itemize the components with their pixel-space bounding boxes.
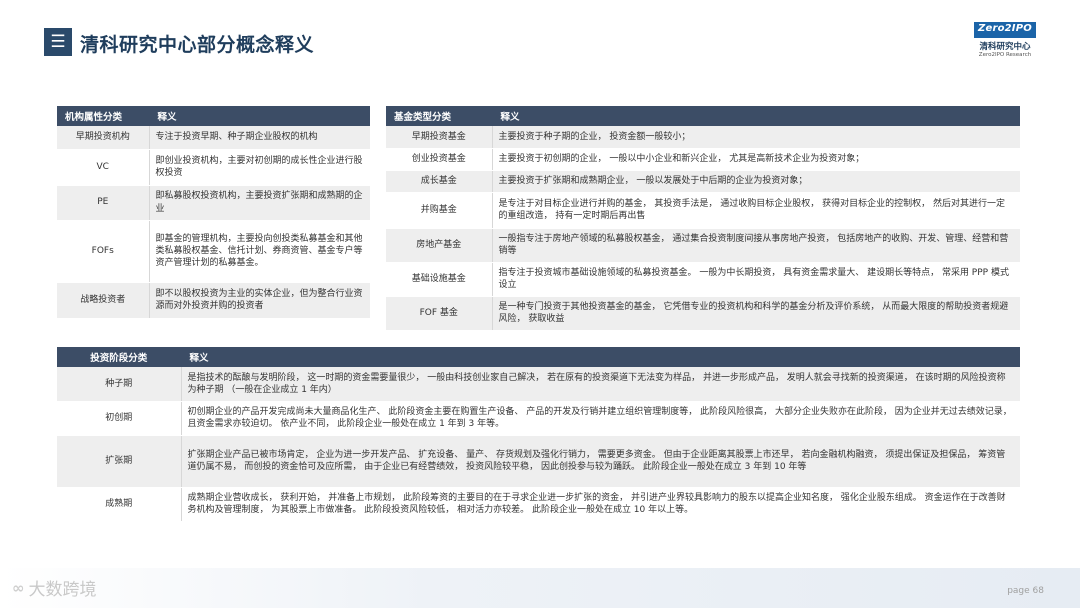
table-row: 成熟期 成熟期企业营收成长， 获利开始， 并准备上市规划， 此阶段筹资的主要目的… bbox=[57, 487, 1020, 522]
zero2ipo-logo: Zero2IPO 清科研究中心 Zero2IPO Research bbox=[974, 22, 1036, 58]
investment-stage-table: 投资阶段分类 释义 种子期 是指技术的酝酿与发明阶段， 这一时期的资金需要量很少… bbox=[57, 347, 1020, 522]
category-cell: 成熟期 bbox=[57, 487, 182, 522]
definition-cell: 主要投资于初创期的企业， 一般以中小企业和新兴企业， 尤其是高新技术企业为投资对… bbox=[492, 148, 1020, 171]
table-row: 创业投资基金 主要投资于初创期的企业， 一般以中小企业和新兴企业， 尤其是高新技… bbox=[386, 148, 1020, 171]
category-cell: 房地产基金 bbox=[386, 228, 493, 263]
institution-table: 机构属性分类 释义 早期投资机构 专注于投资早期、种子期企业股权的机构 VC 即… bbox=[57, 106, 370, 319]
definition-cell: 是指技术的酝酿与发明阶段， 这一时期的资金需要量很少， 一般由科技创业家自己解决… bbox=[181, 367, 1020, 402]
definition-cell: 主要投资于种子期的企业， 投资金额一般较小； bbox=[492, 126, 1020, 149]
table-row: 早期投资基金 主要投资于种子期的企业， 投资金额一般较小； bbox=[386, 126, 1020, 149]
definition-cell: 即基金的管理机构，主要投向创投类私募基金和其他类私募股权基金、信托计划、券商资管… bbox=[149, 220, 370, 283]
table-row: PE 即私募股权投资机构，主要投资扩张期和成熟期的企业 bbox=[57, 185, 370, 221]
table-header: 释义 bbox=[181, 347, 1020, 367]
watermark-logo-icon: ∞ bbox=[12, 578, 25, 597]
page-title: 清科研究中心部分概念释义 bbox=[80, 34, 315, 56]
definition-cell: 主要投资于扩张期和成熟期企业， 一般以发展处于中后期的企业为投资对象； bbox=[492, 170, 1020, 193]
table-row: 早期投资机构 专注于投资早期、种子期企业股权的机构 bbox=[57, 126, 370, 150]
table-row: 并购基金 是专注于对目标企业进行并购的基金， 其投资手法是， 通过收购目标企业股… bbox=[386, 192, 1020, 229]
definition-cell: 一般指专注于房地产领域的私募股权基金， 通过集合投资制度间接从事房地产投资， 包… bbox=[492, 228, 1020, 263]
category-cell: 创业投资基金 bbox=[386, 148, 493, 171]
logo-mark: Zero2IPO bbox=[974, 22, 1036, 38]
definition-cell: 是一种专门投资于其他投资基金的基金， 它凭借专业的投资机构和科学的基金分析及评价… bbox=[492, 296, 1020, 331]
title-bar: ☰ 清科研究中心部分概念释义 bbox=[0, 28, 980, 60]
table-header: 投资阶段分类 bbox=[57, 347, 182, 367]
definition-cell: 专注于投资早期、种子期企业股权的机构 bbox=[149, 126, 370, 150]
logo-en-text: Zero2IPO Research bbox=[978, 52, 1032, 58]
definition-cell: 是专注于对目标企业进行并购的基金， 其投资手法是， 通过收购目标企业股权， 获得… bbox=[492, 192, 1020, 229]
definition-cell: 扩张期企业产品已被市场肯定， 企业为进一步开发产品、 扩充设备、 量产、 存货规… bbox=[181, 435, 1020, 488]
category-cell: 基础设施基金 bbox=[386, 262, 493, 297]
fund-type-table: 基金类型分类 释义 早期投资基金 主要投资于种子期的企业， 投资金额一般较小； … bbox=[386, 106, 1020, 331]
table-row: 成长基金 主要投资于扩张期和成熟期企业， 一般以发展处于中后期的企业为投资对象； bbox=[386, 170, 1020, 193]
category-cell: PE bbox=[57, 185, 150, 221]
page-number: page 68 bbox=[1007, 586, 1044, 596]
table-row: 战略投资者 即不以股权投资为主业的实体企业，但为整合行业资源而对外投资并购的投资… bbox=[57, 282, 370, 319]
table-row: 基础设施基金 指专注于投资城市基础设施领域的私募投资基金。 一般为中长期投资， … bbox=[386, 262, 1020, 297]
table-row: 扩张期 扩张期企业产品已被市场肯定， 企业为进一步开发产品、 扩充设备、 量产、… bbox=[57, 435, 1020, 488]
page-label: page bbox=[1007, 586, 1030, 596]
definition-cell: 指专注于投资城市基础设施领域的私募投资基金。 一般为中长期投资， 具有资金需求量… bbox=[492, 262, 1020, 297]
table-header: 释义 bbox=[492, 106, 1020, 126]
table-row: FOFs 即基金的管理机构，主要投向创投类私募基金和其他类私募股权基金、信托计划… bbox=[57, 220, 370, 283]
page-number-value: 68 bbox=[1032, 586, 1044, 596]
category-cell: FOFs bbox=[57, 220, 150, 283]
watermark: ∞ 大数跨境 bbox=[12, 575, 97, 601]
table-header: 机构属性分类 bbox=[57, 106, 150, 126]
category-cell: 种子期 bbox=[57, 367, 182, 402]
category-cell: 早期投资基金 bbox=[386, 126, 493, 149]
definition-cell: 即私募股权投资机构，主要投资扩张期和成熟期的企业 bbox=[149, 185, 370, 221]
category-cell: 初创期 bbox=[57, 401, 182, 436]
footer-band bbox=[0, 568, 1080, 608]
table-header: 释义 bbox=[149, 106, 370, 126]
category-cell: 战略投资者 bbox=[57, 282, 150, 319]
table-row: 初创期 初创期企业的产品开发完成尚未大量商品化生产、 此阶段资金主要在购置生产设… bbox=[57, 401, 1020, 436]
watermark-text: 大数跨境 bbox=[28, 580, 97, 600]
table-row: VC 即创业投资机构，主要对初创期的成长性企业进行股权投资 bbox=[57, 149, 370, 186]
category-cell: VC bbox=[57, 149, 150, 186]
category-cell: 并购基金 bbox=[386, 192, 493, 229]
category-cell: 早期投资机构 bbox=[57, 126, 150, 150]
definition-cell: 成熟期企业营收成长， 获利开始， 并准备上市规划， 此阶段筹资的主要目的在于寻求… bbox=[181, 487, 1020, 522]
table-row: 种子期 是指技术的酝酿与发明阶段， 这一时期的资金需要量很少， 一般由科技创业家… bbox=[57, 367, 1020, 402]
logo-cn-text: 清科研究中心 bbox=[979, 42, 1031, 52]
category-cell: 扩张期 bbox=[57, 435, 182, 488]
menu-icon[interactable]: ☰ bbox=[44, 28, 72, 56]
definition-cell: 即不以股权投资为主业的实体企业，但为整合行业资源而对外投资并购的投资者 bbox=[149, 282, 370, 319]
definition-cell: 即创业投资机构，主要对初创期的成长性企业进行股权投资 bbox=[149, 149, 370, 186]
category-cell: FOF 基金 bbox=[386, 296, 493, 331]
table-row: 房地产基金 一般指专注于房地产领域的私募股权基金， 通过集合投资制度间接从事房地… bbox=[386, 228, 1020, 263]
table-header: 基金类型分类 bbox=[386, 106, 493, 126]
table-row: FOF 基金 是一种专门投资于其他投资基金的基金， 它凭借专业的投资机构和科学的… bbox=[386, 296, 1020, 331]
category-cell: 成长基金 bbox=[386, 170, 493, 193]
definition-cell: 初创期企业的产品开发完成尚未大量商品化生产、 此阶段资金主要在购置生产设备、 产… bbox=[181, 401, 1020, 436]
slide: ☰ 清科研究中心部分概念释义 Zero2IPO 清科研究中心 Zero2IPO … bbox=[0, 0, 1080, 608]
